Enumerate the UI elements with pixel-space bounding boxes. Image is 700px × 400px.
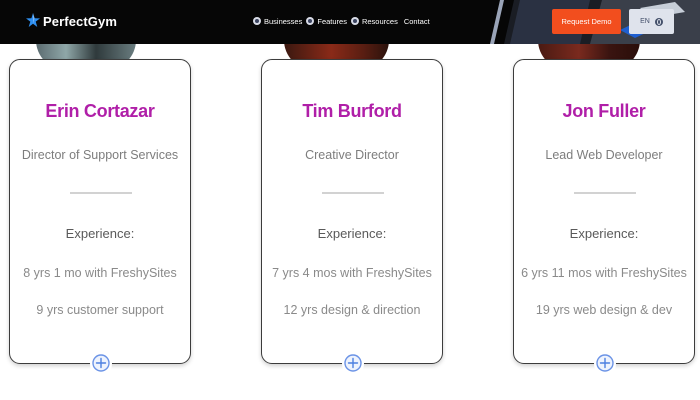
experience-heading: Experience: (317, 226, 387, 241)
nav-label: Features (317, 16, 347, 26)
team-card: Jon Fuller Lead Web Developer Experience… (513, 59, 695, 378)
language-label: EN (640, 18, 650, 25)
experience-line: 7 yrs 4 mos with FreshySites (272, 266, 432, 280)
member-name: Jon Fuller (562, 101, 646, 121)
member-role: Lead Web Developer (545, 148, 663, 162)
star-logo-icon (26, 13, 40, 27)
experience-heading: Experience: (569, 226, 639, 241)
nav-label: Resources (361, 16, 398, 26)
language-selector[interactable]: EN (629, 9, 674, 34)
nav-item-businesses[interactable]: Businesses (253, 17, 302, 26)
nav-label: Businesses (264, 16, 303, 26)
divider (574, 192, 636, 194)
member-role: Creative Director (305, 148, 399, 162)
circle-dot-icon (350, 17, 359, 25)
expand-plus-button[interactable] (90, 348, 112, 378)
main-nav: Businesses Features Resources Contact (253, 14, 430, 28)
team-card: Tim Burford Creative Director Experience… (261, 59, 443, 378)
experience-line: 9 yrs customer support (36, 303, 164, 317)
circle-dot-icon (306, 17, 315, 25)
request-demo-button[interactable]: Request Demo (552, 9, 621, 34)
member-name: Tim Burford (302, 101, 402, 121)
brand-name: PerfectGym (43, 13, 117, 29)
divider (322, 192, 384, 194)
expand-plus-button[interactable] (342, 348, 364, 378)
experience-heading: Experience: (65, 226, 135, 241)
experience-line: 6 yrs 11 mos with FreshySites (521, 266, 687, 280)
nav-item-features[interactable]: Features (306, 17, 347, 26)
experience-line: 12 yrs design & direction (283, 303, 421, 317)
nav-item-contact[interactable]: Contact (404, 17, 430, 26)
circle-dot-icon (253, 17, 261, 25)
member-role: Director of Support Services (21, 148, 179, 162)
plus-circle-icon (92, 354, 110, 372)
expand-plus-button[interactable] (594, 348, 616, 378)
site-header: PerfectGym Businesses Features Resources… (0, 0, 700, 44)
divider (70, 192, 132, 194)
plus-circle-icon (596, 354, 614, 372)
experience-line: 8 yrs 1 mo with FreshySites (23, 266, 177, 280)
member-name: Erin Cortazar (45, 101, 155, 121)
experience-line: 19 yrs web design & dev (535, 303, 673, 317)
nav-label: Contact (403, 16, 430, 26)
page: PerfectGym Businesses Features Resources… (0, 0, 700, 400)
brand-logo[interactable]: PerfectGym (25, 10, 117, 32)
plus-circle-icon (344, 354, 362, 372)
nav-item-resources[interactable]: Resources (350, 16, 398, 26)
globe-icon (654, 17, 663, 26)
team-card: Erin Cortazar Director of Support Servic… (9, 59, 191, 378)
